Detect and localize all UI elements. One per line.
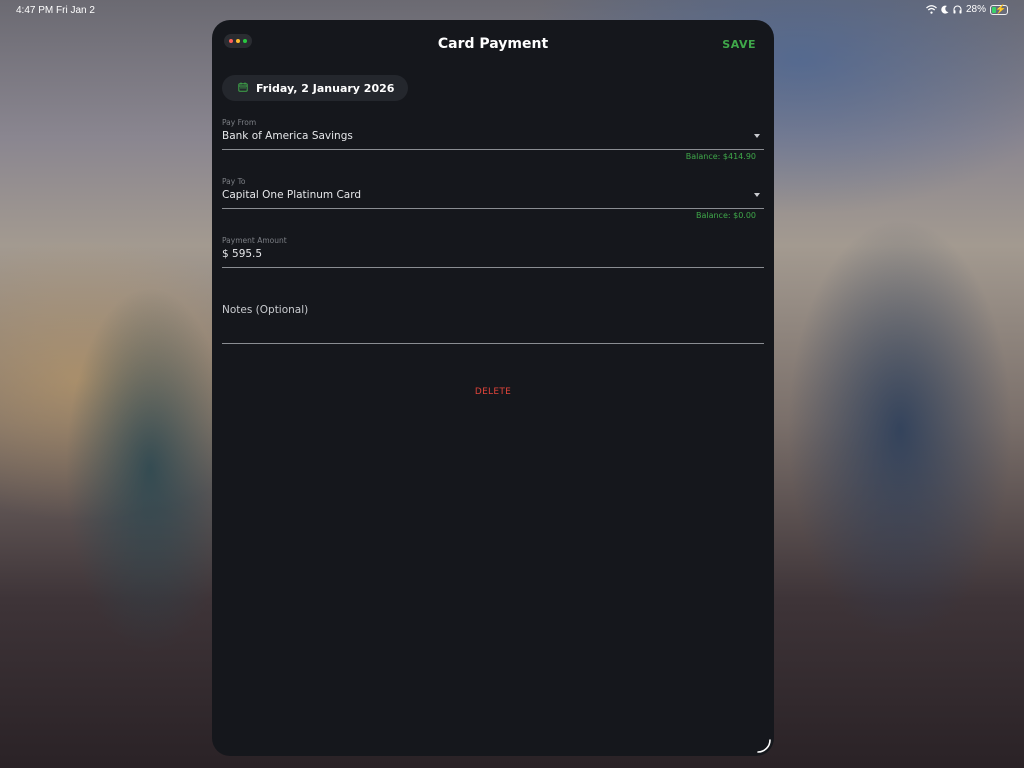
battery-percent: 28%: [965, 4, 986, 15]
pay-from-label: Pay From: [222, 118, 257, 127]
headphones-icon: [953, 5, 962, 14]
chevron-down-icon: [754, 134, 760, 138]
notes-field[interactable]: Notes (Optional): [222, 290, 764, 344]
pay-from-balance: Balance: $414.90: [685, 152, 756, 161]
save-button[interactable]: SAVE: [722, 38, 756, 51]
pay-from-value: Bank of America Savings: [222, 130, 353, 142]
resize-handle-icon[interactable]: [756, 738, 772, 754]
payment-amount-value: $ 595.5: [222, 248, 263, 260]
payment-amount-label: Payment Amount: [222, 236, 287, 245]
chevron-down-icon: [754, 193, 760, 197]
calendar-icon: [238, 82, 248, 95]
pay-to-select[interactable]: Pay To Capital One Platinum Card: [222, 175, 764, 209]
status-bar: 4:47 PM Fri Jan 2 28% ⚡: [0, 0, 1024, 20]
battery-charging-icon: ⚡: [990, 3, 1008, 15]
page-title: Card Payment: [437, 36, 549, 52]
pay-from-select[interactable]: Pay From Bank of America Savings: [222, 116, 764, 150]
pay-to-balance: Balance: $0.00: [695, 211, 756, 220]
delete-button[interactable]: DELETE: [212, 387, 774, 397]
status-indicators: 28% ⚡: [926, 4, 1008, 15]
card-payment-window: Card Payment SAVE Friday, 2 January 2026…: [212, 20, 774, 756]
payment-amount-field[interactable]: Payment Amount $ 595.5: [222, 234, 764, 268]
charging-bolt-icon: ⚡: [995, 3, 1007, 14]
wifi-icon: [926, 5, 937, 14]
status-date: Fri Jan 2: [56, 5, 95, 16]
selected-date-label: Friday, 2 January 2026: [256, 81, 395, 95]
status-time: 4:47 PM: [16, 5, 54, 16]
date-picker-button[interactable]: Friday, 2 January 2026: [222, 75, 409, 101]
pay-to-value: Capital One Platinum Card: [222, 189, 362, 201]
notes-placeholder: Notes (Optional): [222, 304, 309, 316]
pay-to-label: Pay To: [222, 177, 246, 186]
moon-icon: [941, 5, 949, 14]
